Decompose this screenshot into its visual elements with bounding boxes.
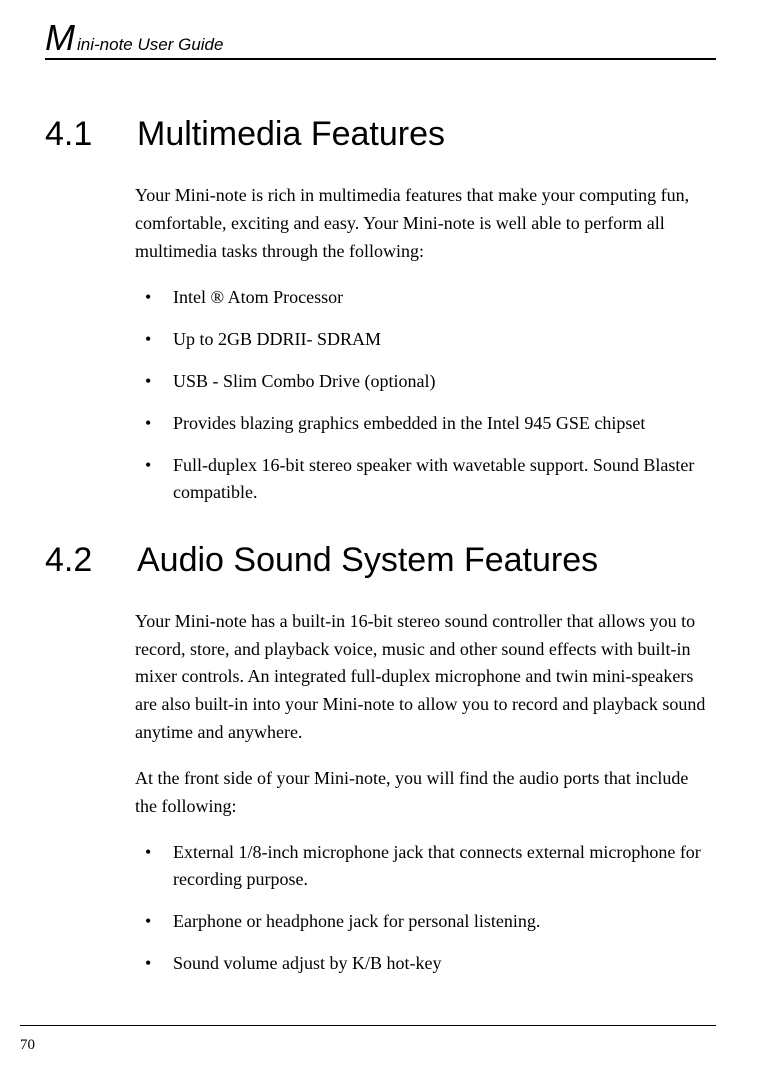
page-footer: 70: [20, 1025, 716, 1054]
list-item: Full-duplex 16-bit stereo speaker with w…: [135, 452, 706, 506]
paragraph: At the front side of your Mini-note, you…: [135, 765, 706, 821]
section-title: Multimedia Features: [137, 115, 445, 154]
section-number: 4.2: [45, 541, 105, 580]
list-item: Sound volume adjust by K/B hot-key: [135, 950, 706, 977]
page-number: 70: [20, 1037, 35, 1053]
section-4-1-content: Your Mini-note is rich in multimedia fea…: [45, 182, 716, 506]
list-item: External 1/8-inch microphone jack that c…: [135, 839, 706, 893]
bullet-list: Intel ® Atom Processor Up to 2GB DDRII- …: [135, 284, 706, 506]
list-item: Up to 2GB DDRII- SDRAM: [135, 326, 706, 353]
header-title: ini-note User Guide: [77, 35, 223, 55]
section-heading-4-1: 4.1 Multimedia Features: [45, 115, 716, 154]
section-number: 4.1: [45, 115, 105, 154]
paragraph: Your Mini-note has a built-in 16-bit ste…: [135, 608, 706, 747]
section-4-2-content: Your Mini-note has a built-in 16-bit ste…: [45, 608, 716, 977]
section-title: Audio Sound System Features: [137, 541, 598, 580]
header-initial: M: [45, 20, 75, 56]
paragraph: Your Mini-note is rich in multimedia fea…: [135, 182, 706, 266]
list-item: Intel ® Atom Processor: [135, 284, 706, 311]
list-item: Earphone or headphone jack for personal …: [135, 908, 706, 935]
bullet-list: External 1/8-inch microphone jack that c…: [135, 839, 706, 977]
section-heading-4-2: 4.2 Audio Sound System Features: [45, 541, 716, 580]
list-item: Provides blazing graphics embedded in th…: [135, 410, 706, 437]
page-header: M ini-note User Guide: [45, 20, 716, 60]
list-item: USB - Slim Combo Drive (optional): [135, 368, 706, 395]
